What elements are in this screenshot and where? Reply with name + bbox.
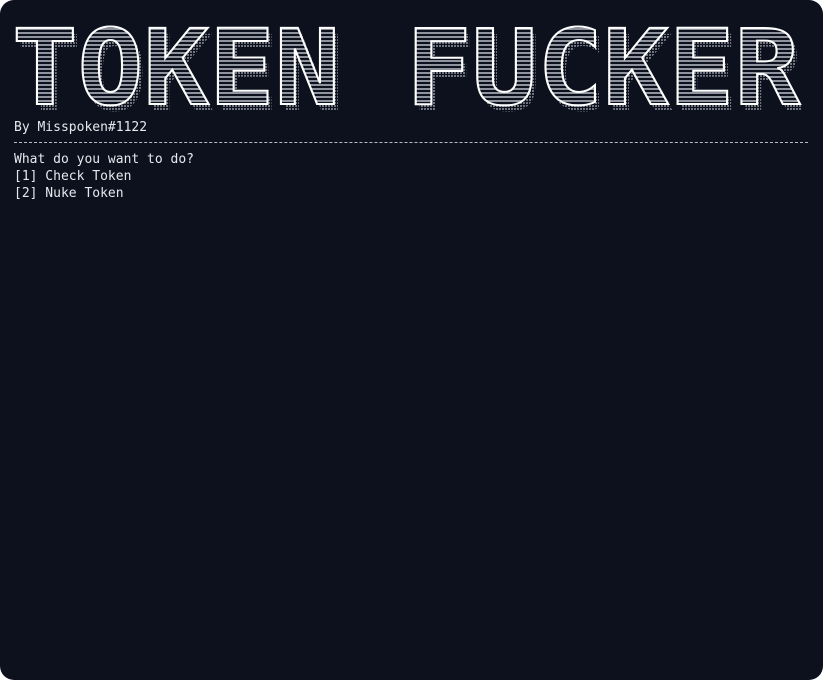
main-menu: What do you want to do? [1] Check Token … xyxy=(14,151,194,202)
ascii-banner: TOKEN FUCKER TOKEN FUCKER xyxy=(11,12,802,116)
menu-prompt: What do you want to do? xyxy=(14,152,195,167)
divider-line xyxy=(14,142,808,143)
terminal-window: TOKEN FUCKER TOKEN FUCKER By Misspoken#1… xyxy=(0,0,823,680)
author-credit: By Misspoken#1122 xyxy=(14,120,148,135)
banner-text: TOKEN FUCKER xyxy=(12,12,800,116)
menu-option-nuke-token: [2] Nuke Token xyxy=(14,186,124,201)
menu-option-check-token: [1] Check Token xyxy=(14,169,132,184)
